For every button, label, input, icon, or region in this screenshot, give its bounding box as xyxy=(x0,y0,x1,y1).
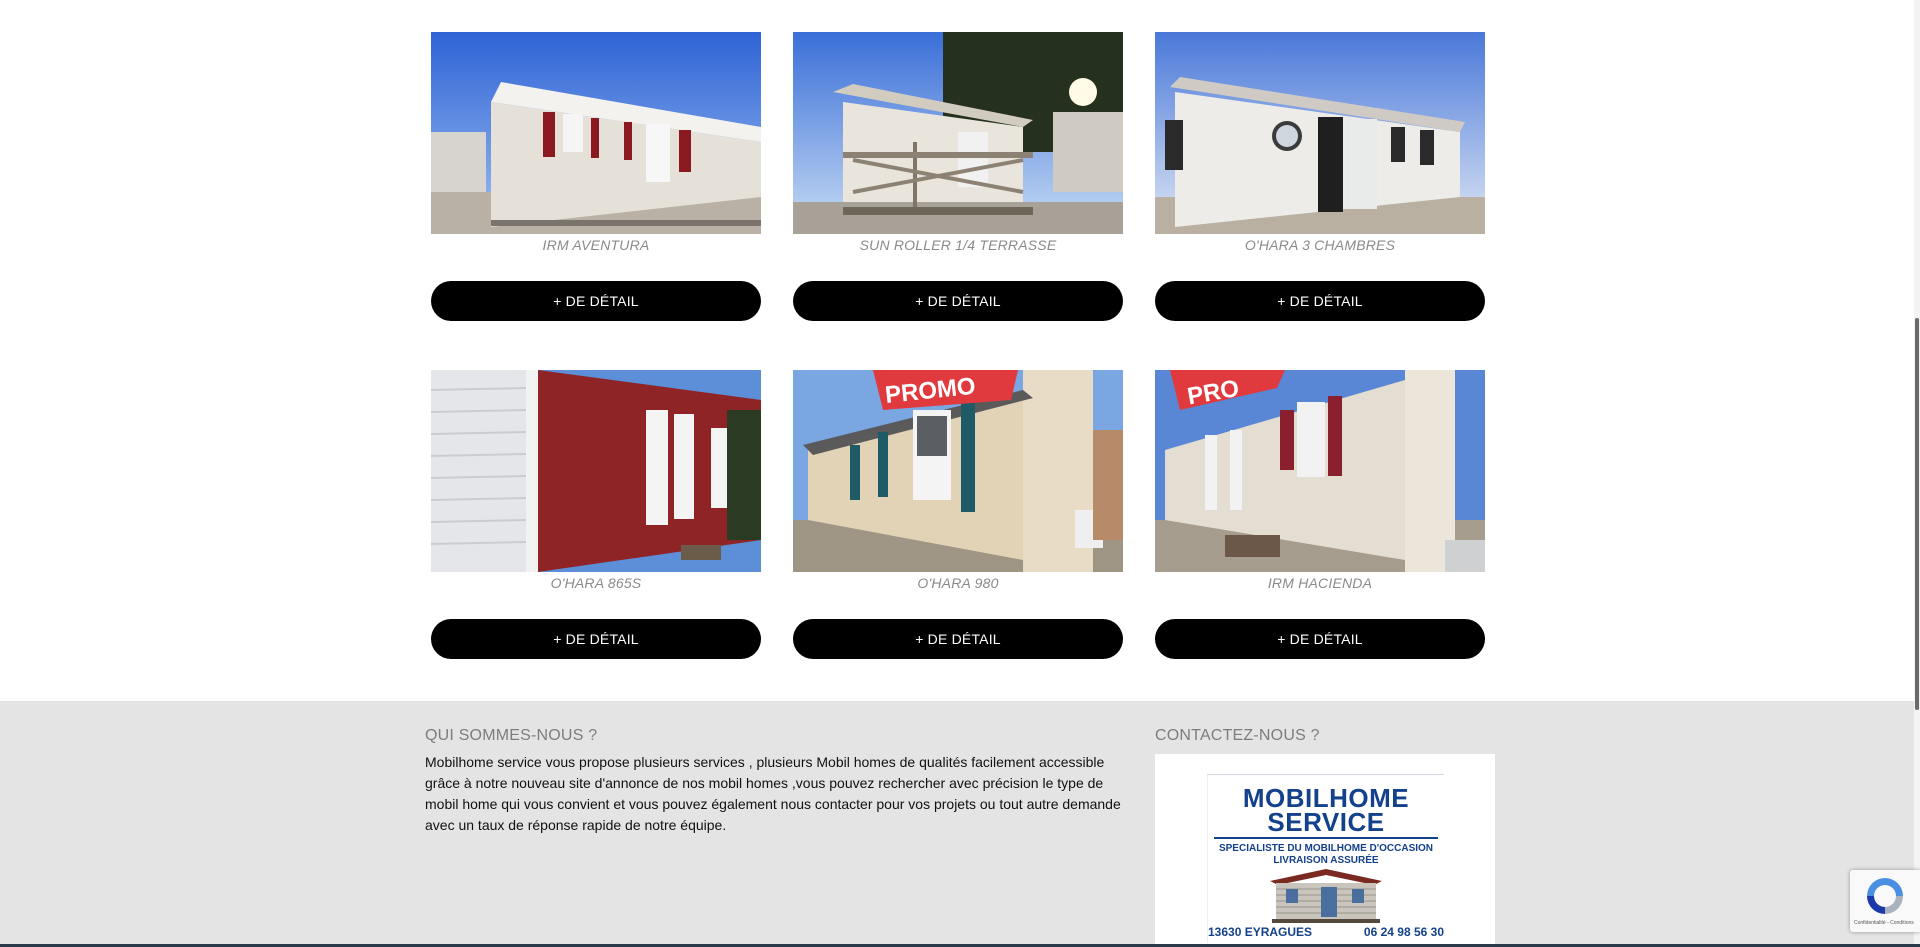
product-title: IRM AVENTURA xyxy=(542,237,650,253)
product-title: O'HARA 980 xyxy=(917,575,999,591)
recaptcha-icon xyxy=(1867,878,1903,914)
contact-section: CONTACTEZ-NOUS ? MOBILHOME SERVICE SPECI… xyxy=(1155,727,1495,947)
product-grid: IRM AVENTURA + DE DÉTAIL SUN ROLLER 1/4 … xyxy=(0,0,1920,701)
detail-button[interactable]: + DE DÉTAIL xyxy=(1155,619,1485,659)
product-photo[interactable] xyxy=(793,32,1123,234)
detail-button[interactable]: + DE DÉTAIL xyxy=(793,619,1123,659)
detail-button[interactable]: + DE DÉTAIL xyxy=(793,281,1123,321)
footer: QUI SOMMES-NOUS ? Mobilhome service vous… xyxy=(0,701,1920,947)
product-photo[interactable] xyxy=(431,370,761,572)
logo-line2: SERVICE xyxy=(1267,807,1385,837)
logo-city: 13630 EYRAGUES xyxy=(1208,925,1313,939)
logo-phone: 06 24 98 56 30 xyxy=(1363,925,1444,939)
logo-tagline-2: LIVRAISON ASSURÉE xyxy=(1273,855,1379,866)
detail-button[interactable]: + DE DÉTAIL xyxy=(1155,281,1485,321)
house-icon xyxy=(1266,867,1386,930)
about-text: Mobilhome service vous propose plusieurs… xyxy=(425,754,1121,833)
product-photo[interactable] xyxy=(431,32,761,234)
scrollbar-thumb[interactable] xyxy=(1915,318,1919,710)
product-title: IRM HACIENDA xyxy=(1267,575,1373,591)
logo-divider xyxy=(1214,837,1438,839)
recaptcha-links[interactable]: Confidentialité - Conditions xyxy=(1854,920,1914,926)
company-logo[interactable]: MOBILHOME SERVICE SPECIALISTE DU MOBILHO… xyxy=(1155,754,1495,947)
recaptcha-badge[interactable]: Confidentialité - Conditions xyxy=(1850,870,1920,932)
product-title: O'HARA 865S xyxy=(550,575,642,591)
about-section: QUI SOMMES-NOUS ? Mobilhome service vous… xyxy=(425,727,1125,836)
product-photo[interactable]: PROMO xyxy=(793,370,1123,572)
detail-button[interactable]: + DE DÉTAIL xyxy=(431,619,761,659)
contact-heading: CONTACTEZ-NOUS ? xyxy=(1155,727,1320,744)
product-title: O'HARA 3 CHAMBRES xyxy=(1244,237,1396,253)
product-photo[interactable]: PRO xyxy=(1155,370,1485,572)
product-title: SUN ROLLER 1/4 TERRASSE xyxy=(859,237,1057,253)
detail-button[interactable]: + DE DÉTAIL xyxy=(431,281,761,321)
about-heading: QUI SOMMES-NOUS ? xyxy=(425,727,598,744)
product-photo[interactable] xyxy=(1155,32,1485,234)
logo-tagline: SPECIALISTE DU MOBILHOME D'OCCASION xyxy=(1218,843,1434,854)
